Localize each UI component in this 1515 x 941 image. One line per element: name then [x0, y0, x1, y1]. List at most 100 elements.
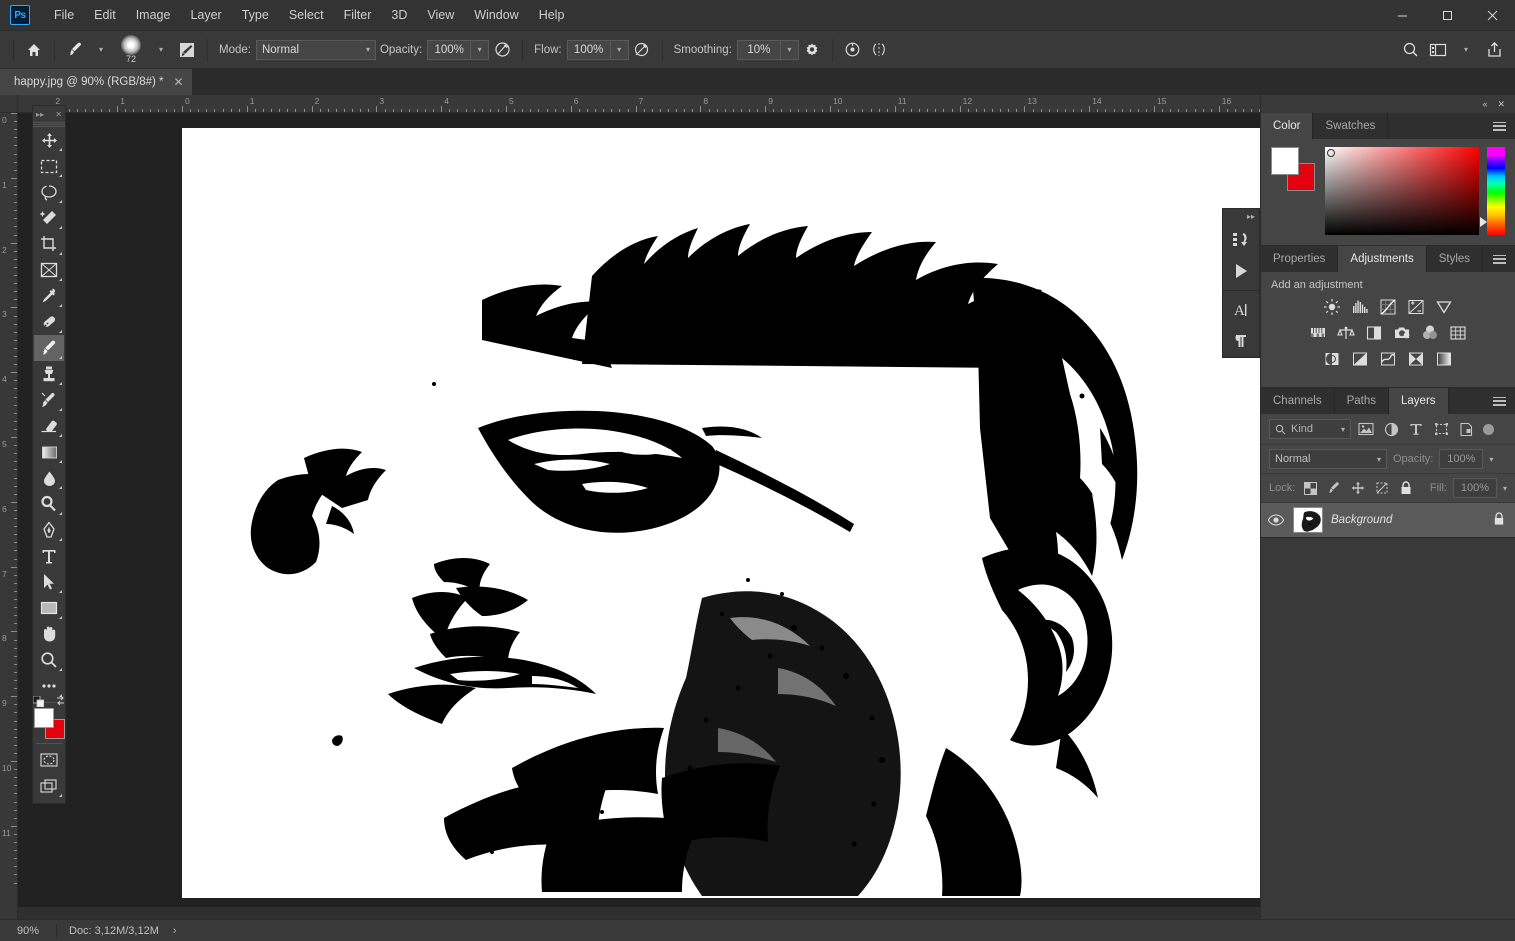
lock-artboard-nesting-icon[interactable]: [1373, 479, 1391, 497]
tab-properties[interactable]: Properties: [1261, 246, 1338, 272]
vertical-ruler[interactable]: 01234567891011: [0, 113, 18, 919]
tab-layers[interactable]: Layers: [1389, 388, 1449, 414]
brush-settings-icon[interactable]: [174, 37, 200, 63]
home-icon[interactable]: [21, 37, 47, 63]
maximize-button[interactable]: [1425, 0, 1470, 31]
collapse-dock-icon[interactable]: «: [1482, 99, 1487, 109]
fill-chevron-icon[interactable]: ▾: [1503, 484, 1507, 493]
layer-filter-kind-select[interactable]: Kind ▾: [1269, 419, 1351, 439]
brush-preset-caret[interactable]: ▾: [88, 37, 114, 63]
tab-paths[interactable]: Paths: [1335, 388, 1389, 414]
opacity-input[interactable]: 100%: [427, 40, 471, 60]
brush-angle-icon[interactable]: [840, 37, 866, 63]
invert-icon[interactable]: [1322, 349, 1342, 369]
brush-preset-dropdown-caret[interactable]: ▾: [148, 37, 174, 63]
menu-window[interactable]: Window: [464, 3, 528, 27]
workspace-dropdown-caret[interactable]: ▾: [1453, 37, 1479, 63]
close-icon[interactable]: ✕: [174, 75, 184, 89]
tool-brush[interactable]: [34, 335, 64, 361]
menu-view[interactable]: View: [417, 3, 464, 27]
character-panel-icon[interactable]: A: [1224, 294, 1258, 326]
tool-type[interactable]: [34, 543, 64, 569]
layers-panel-menu-icon[interactable]: [1489, 388, 1509, 414]
layer-fill-value[interactable]: 100%: [1453, 478, 1497, 498]
flow-dropdown[interactable]: ▾: [611, 40, 629, 60]
menu-select[interactable]: Select: [279, 3, 334, 27]
brush-size-preview[interactable]: 72: [114, 33, 148, 67]
exposure-icon[interactable]: [1406, 297, 1426, 317]
share-icon[interactable]: [1481, 37, 1507, 63]
tool-lasso[interactable]: [34, 179, 64, 205]
menu-layer[interactable]: Layer: [180, 3, 231, 27]
screen-mode-icon[interactable]: [34, 773, 64, 799]
filter-smart-object-icon[interactable]: [1456, 419, 1476, 439]
close-button[interactable]: [1470, 0, 1515, 31]
menu-type[interactable]: Type: [232, 3, 279, 27]
search-icon[interactable]: [1397, 37, 1423, 63]
menu-edit[interactable]: Edit: [84, 3, 126, 27]
eye-icon[interactable]: [1267, 514, 1285, 526]
threshold-icon[interactable]: [1378, 349, 1398, 369]
filter-enable-toggle[interactable]: [1483, 424, 1494, 435]
levels-icon[interactable]: [1350, 297, 1370, 317]
tool-move[interactable]: [34, 127, 64, 153]
tool-dodge[interactable]: [34, 491, 64, 517]
menu-help[interactable]: Help: [529, 3, 575, 27]
selective-color-icon[interactable]: [1406, 349, 1426, 369]
paragraph-panel-icon[interactable]: [1224, 325, 1258, 357]
tab-channels[interactable]: Channels: [1261, 388, 1335, 414]
tool-spot-healing-brush[interactable]: [34, 309, 64, 335]
filter-shape-icon[interactable]: [1431, 419, 1451, 439]
tool-eraser[interactable]: [34, 413, 64, 439]
lock-icon[interactable]: [1493, 512, 1505, 529]
posterize-icon[interactable]: [1350, 349, 1370, 369]
gradient-map-icon[interactable]: [1434, 349, 1454, 369]
channel-mixer-icon[interactable]: [1420, 323, 1440, 343]
workspace-icon[interactable]: [1425, 37, 1451, 63]
tool-rectangular-marquee[interactable]: [34, 153, 64, 179]
rail-expand-icon[interactable]: ▸▸: [1223, 209, 1259, 224]
document-tab[interactable]: happy.jpg @ 90% (RGB/8#) * ✕: [0, 69, 193, 95]
table-row[interactable]: Background: [1261, 503, 1515, 537]
lock-transparent-pixels-icon[interactable]: [1301, 479, 1319, 497]
tool-zoom[interactable]: [34, 647, 64, 673]
tool-frame[interactable]: [34, 257, 64, 283]
smoothing-dropdown[interactable]: ▾: [781, 40, 799, 60]
blend-mode-select[interactable]: Normal ▾: [256, 40, 376, 60]
pressure-opacity-icon[interactable]: [489, 37, 515, 63]
filter-type-icon[interactable]: [1406, 419, 1426, 439]
hue-slider[interactable]: [1487, 147, 1505, 235]
opacity-chevron-icon[interactable]: ▾: [1489, 455, 1493, 464]
swap-colors-icon[interactable]: [55, 695, 66, 709]
foreground-color-swatch[interactable]: [34, 708, 54, 728]
color-spectrum[interactable]: [1325, 147, 1479, 235]
color-panel-menu-icon[interactable]: [1489, 113, 1509, 139]
tool-crop[interactable]: [34, 231, 64, 257]
tool-eyedropper[interactable]: [34, 283, 64, 309]
opacity-dropdown[interactable]: ▾: [471, 40, 489, 60]
tab-adjustments[interactable]: Adjustments: [1338, 246, 1426, 272]
filter-pixel-icon[interactable]: [1356, 419, 1376, 439]
photo-filter-icon[interactable]: [1392, 323, 1412, 343]
collapse-icon[interactable]: ▸▸: [36, 110, 44, 119]
tool-history-brush[interactable]: [34, 387, 64, 413]
lock-image-pixels-icon[interactable]: [1325, 479, 1343, 497]
horizontal-scrollbar[interactable]: [18, 907, 1260, 919]
layer-thumbnail[interactable]: [1293, 507, 1323, 533]
document-canvas[interactable]: [182, 128, 1260, 898]
close-icon[interactable]: ✕: [55, 110, 62, 119]
hue-saturation-icon[interactable]: [1308, 323, 1328, 343]
tool-path-selection[interactable]: [34, 569, 64, 595]
symmetry-icon[interactable]: [866, 37, 892, 63]
black-and-white-icon[interactable]: [1364, 323, 1384, 343]
tab-styles[interactable]: Styles: [1427, 246, 1483, 272]
smoothing-input[interactable]: 10%: [737, 40, 781, 60]
layer-opacity-value[interactable]: 100%: [1439, 449, 1483, 469]
close-dock-icon[interactable]: ✕: [1497, 99, 1505, 110]
curves-icon[interactable]: [1378, 297, 1398, 317]
default-colors-icon[interactable]: [33, 696, 43, 706]
tab-swatches[interactable]: Swatches: [1313, 113, 1388, 139]
minimize-button[interactable]: [1380, 0, 1425, 31]
adjustments-panel-menu-icon[interactable]: [1489, 246, 1509, 272]
vibrance-icon[interactable]: [1434, 297, 1454, 317]
